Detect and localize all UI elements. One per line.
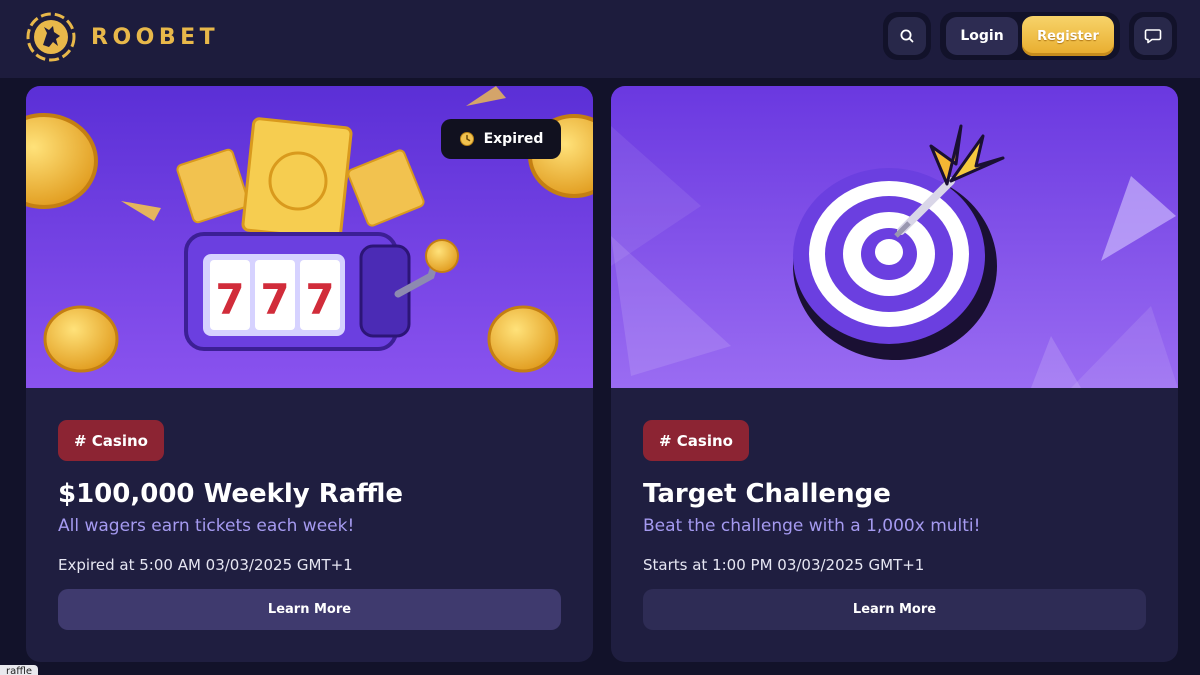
- promotion-banner-target: [611, 86, 1178, 388]
- learn-more-button[interactable]: Learn More: [58, 589, 561, 630]
- promotion-subtitle: Beat the challenge with a 1,000x multi!: [643, 516, 981, 536]
- search-icon: [900, 29, 914, 43]
- svg-text:7: 7: [215, 275, 244, 324]
- promotion-date: Starts at 1:00 PM 03/03/2025 GMT+1: [643, 556, 925, 574]
- login-button[interactable]: Login: [946, 17, 1018, 55]
- learn-more-button[interactable]: Learn More: [643, 589, 1146, 630]
- target-dart-illustration: [611, 86, 1178, 388]
- brand-name: ROOBET: [91, 24, 220, 50]
- status-badge-expired: Expired: [441, 119, 561, 159]
- roobet-logo-icon: [26, 12, 76, 62]
- promotion-card-weekly-raffle[interactable]: 7 7 7 Expired # Casino $100,000 Weekly R…: [26, 86, 593, 662]
- promotion-date: Expired at 5:00 AM 03/03/2025 GMT+1: [58, 556, 353, 574]
- category-tag-casino[interactable]: # Casino: [58, 420, 164, 461]
- promotion-title: Target Challenge: [643, 479, 891, 509]
- clock-icon: [459, 132, 474, 146]
- chat-button[interactable]: [1129, 12, 1177, 60]
- register-button[interactable]: Register: [1022, 16, 1114, 56]
- category-tag-casino[interactable]: # Casino: [643, 420, 749, 461]
- status-badge-label: Expired: [483, 131, 544, 147]
- promotion-banner-raffle: 7 7 7 Expired: [26, 86, 593, 388]
- search-button[interactable]: [883, 12, 931, 60]
- svg-text:7: 7: [260, 275, 289, 324]
- top-header: ROOBET Login Register: [0, 0, 1200, 78]
- promotion-subtitle: All wagers earn tickets each week!: [58, 516, 355, 536]
- link-tooltip: raffle: [0, 665, 39, 675]
- svg-text:7: 7: [305, 275, 334, 324]
- promotion-title: $100,000 Weekly Raffle: [58, 479, 404, 509]
- promotion-card-target-challenge[interactable]: # Casino Target Challenge Beat the chall…: [611, 86, 1178, 662]
- chat-icon: [1144, 29, 1162, 44]
- brand-logo[interactable]: ROOBET: [25, 11, 219, 63]
